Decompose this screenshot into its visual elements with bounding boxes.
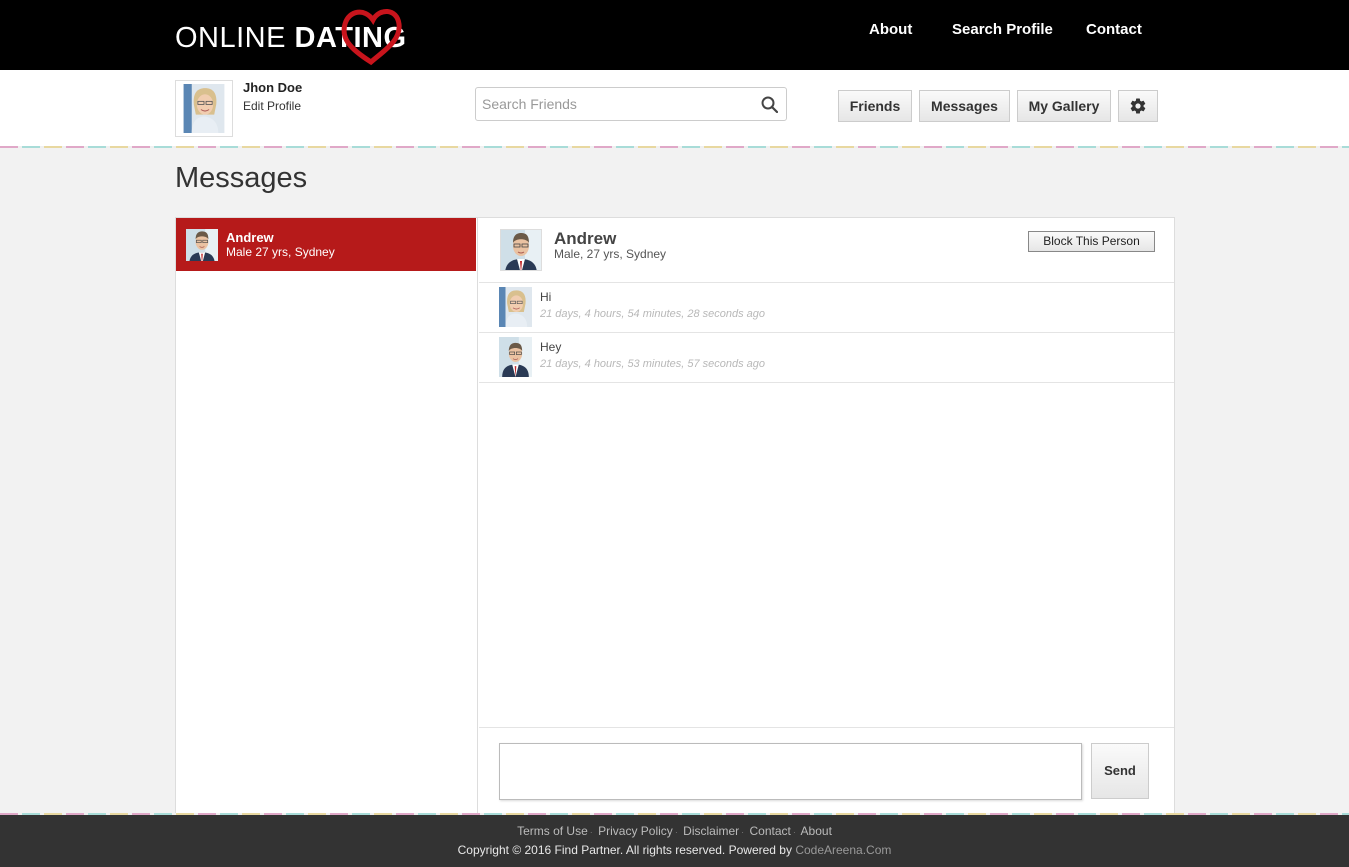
- send-button[interactable]: Send: [1091, 743, 1149, 799]
- separator: ·: [589, 827, 593, 837]
- conversation-list: Andrew Male 27 yrs, Sydney: [176, 218, 478, 816]
- chat-partner-avatar[interactable]: [500, 229, 542, 271]
- search-input[interactable]: [482, 94, 752, 114]
- separator: ·: [792, 827, 796, 837]
- message-compose-input[interactable]: [499, 743, 1082, 800]
- edit-profile-link[interactable]: Edit Profile: [243, 99, 301, 113]
- messages-button[interactable]: Messages: [919, 90, 1010, 122]
- block-person-button[interactable]: Block This Person: [1028, 231, 1155, 252]
- my-gallery-button[interactable]: My Gallery: [1017, 90, 1111, 122]
- top-navbar: ONLINE DATING About Search Profile Conta…: [0, 0, 1349, 70]
- search-icon[interactable]: [761, 96, 778, 113]
- message-avatar: [499, 337, 532, 377]
- message-avatar: [499, 287, 532, 327]
- message-text: Hey: [540, 340, 562, 354]
- messages-panel: Andrew Male 27 yrs, Sydney Andrew Male, …: [175, 217, 1175, 817]
- message-timestamp: 21 days, 4 hours, 54 minutes, 28 seconds…: [540, 308, 766, 320]
- powered-by-link[interactable]: CodeAreena.Com: [795, 843, 891, 857]
- conversation-info: Male 27 yrs, Sydney: [226, 245, 335, 259]
- conversation-item-andrew[interactable]: Andrew Male 27 yrs, Sydney: [176, 218, 476, 271]
- footer-copyright: Copyright © 2016 Find Partner. All right…: [0, 843, 1349, 857]
- divider: [479, 282, 1174, 283]
- site-logo[interactable]: ONLINE DATING: [175, 4, 415, 66]
- compose-divider: [479, 727, 1174, 728]
- search-box: [475, 87, 787, 121]
- settings-button[interactable]: [1118, 90, 1158, 122]
- chat-partner-info: Male, 27 yrs, Sydney: [554, 247, 667, 261]
- footer-link-contact[interactable]: Contact: [750, 824, 791, 838]
- friends-button[interactable]: Friends: [838, 90, 912, 122]
- topnav-contact[interactable]: Contact: [1086, 21, 1142, 38]
- conversation-avatar: [186, 229, 218, 261]
- decorative-stripe: [0, 146, 1349, 148]
- divider: [479, 382, 1174, 383]
- conversation-name: Andrew: [226, 230, 274, 245]
- user-photo: [179, 84, 229, 133]
- footer-links: Terms of Use · Privacy Policy · Disclaimer…: [0, 824, 1349, 838]
- separator: ·: [674, 827, 678, 837]
- footer-link-terms[interactable]: Terms of Use: [517, 824, 588, 838]
- footer-link-privacy[interactable]: Privacy Policy: [598, 824, 673, 838]
- user-avatar[interactable]: [175, 80, 233, 137]
- user-name: Jhon Doe: [243, 80, 303, 95]
- footer-link-about[interactable]: About: [801, 824, 832, 838]
- chat-partner-name[interactable]: Andrew: [554, 229, 616, 249]
- footer: Terms of Use · Privacy Policy · Disclaimer…: [0, 815, 1349, 867]
- message-timestamp: 21 days, 4 hours, 53 minutes, 57 seconds…: [540, 358, 766, 370]
- separator: ·: [741, 827, 745, 837]
- page-title: Messages: [175, 162, 308, 194]
- logo-text-light: ONLINE: [175, 22, 286, 54]
- topnav-about[interactable]: About: [869, 21, 912, 38]
- gear-icon: [1130, 98, 1146, 114]
- message-text: Hi: [540, 290, 552, 304]
- copyright-text: Copyright © 2016 Find Partner. All right…: [457, 843, 792, 857]
- divider: [479, 332, 1174, 333]
- heart-icon: [341, 9, 402, 66]
- footer-link-disclaimer[interactable]: Disclaimer: [683, 824, 739, 838]
- topnav-search-profile[interactable]: Search Profile: [952, 21, 1053, 38]
